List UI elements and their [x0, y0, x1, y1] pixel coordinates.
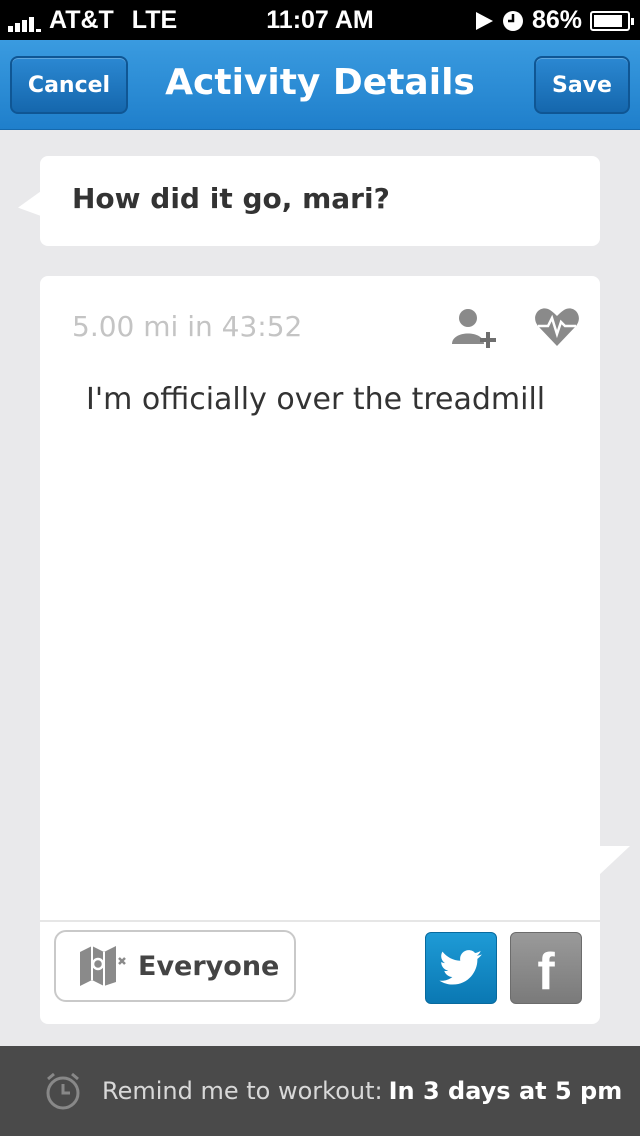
status-right: 86% [474, 6, 634, 35]
question-text: How did it go, mari? [72, 182, 390, 215]
play-icon [475, 11, 493, 30]
alarm-clock-icon [46, 1072, 80, 1110]
clock-icon [502, 10, 523, 31]
reminder-bar[interactable]: Remind me to workout: In 3 days at 5 pm [0, 1046, 640, 1136]
privacy-label: Everyone [138, 950, 280, 982]
privacy-button[interactable]: Everyone [54, 930, 296, 1002]
reminder-value: In 3 days at 5 pm [388, 1077, 623, 1105]
activity-card: 5.00 mi in 43:52 I'm officially over the… [40, 276, 600, 1024]
status-bar: AT&T LTE 11:07 AM 86% [0, 0, 640, 40]
add-person-icon[interactable] [450, 306, 500, 350]
activity-note[interactable]: I'm officially over the treadmill [86, 382, 545, 417]
twitter-share-button[interactable] [425, 932, 497, 1004]
map-privacy-icon [80, 946, 126, 986]
navigation-bar: Cancel Activity Details Save [0, 40, 640, 130]
heart-rate-icon[interactable] [532, 306, 582, 350]
save-button[interactable]: Save [534, 56, 630, 114]
question-bubble: How did it go, mari? [40, 156, 600, 246]
activity-stats: 5.00 mi in 43:52 [72, 310, 303, 343]
facebook-icon: f [537, 943, 555, 1001]
facebook-share-button[interactable]: f [510, 932, 582, 1004]
battery-percent: 86% [531, 6, 582, 34]
reminder-label: Remind me to workout: [102, 1077, 383, 1105]
card-divider [40, 920, 600, 922]
card-tail [598, 846, 630, 876]
twitter-icon [439, 950, 482, 985]
battery-icon [590, 10, 634, 31]
